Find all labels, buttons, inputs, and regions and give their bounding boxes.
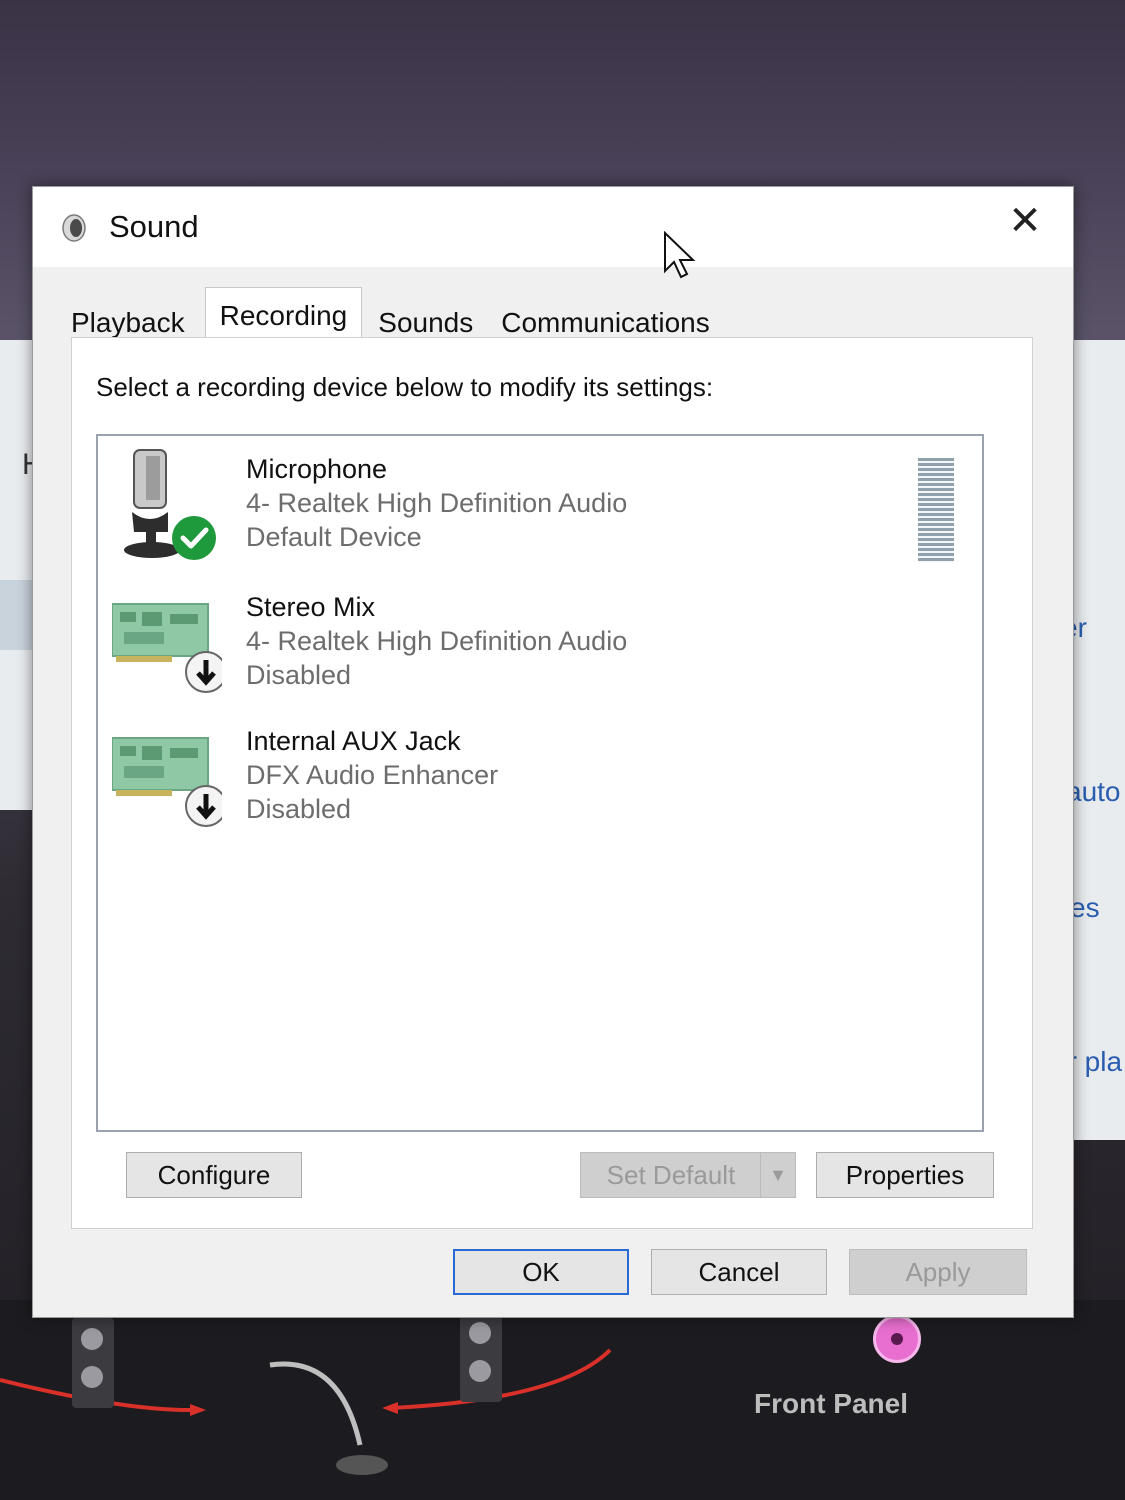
device-driver: 4- Realtek High Definition Audio xyxy=(246,488,628,518)
device-list-item[interactable]: Internal AUX Jack DFX Audio Enhancer Dis… xyxy=(98,718,958,838)
default-check-icon xyxy=(172,516,216,560)
recording-device-list[interactable]: Microphone 4- Realtek High Definition Au… xyxy=(96,434,984,1132)
microphone-stand-icon xyxy=(269,1361,388,1475)
instruction-text: Select a recording device below to modif… xyxy=(96,372,714,402)
mouse-cursor-icon xyxy=(664,231,696,279)
device-name: Microphone xyxy=(246,454,388,484)
device-name: Stereo Mix xyxy=(246,592,376,622)
sound-dialog: Sound ✕ Playback Recording Sounds Commun… xyxy=(32,186,1074,1318)
front-panel-label: Front Panel xyxy=(754,1388,909,1419)
window-title: Sound xyxy=(109,209,199,244)
device-driver: 4- Realtek High Definition Audio xyxy=(246,626,628,656)
ok-button[interactable]: OK xyxy=(453,1249,629,1295)
apply-button[interactable]: Apply xyxy=(849,1249,1027,1295)
device-list-item[interactable]: Microphone 4- Realtek High Definition Au… xyxy=(98,446,958,566)
properties-button[interactable]: Properties xyxy=(816,1152,994,1198)
cancel-button[interactable]: Cancel xyxy=(651,1249,827,1295)
sound-card-icon xyxy=(112,737,222,827)
device-status: Disabled xyxy=(246,794,352,824)
title-bar[interactable]: Sound ✕ xyxy=(33,187,1073,279)
speaker-icon xyxy=(62,214,86,242)
set-default-label: Set Default xyxy=(606,1159,736,1190)
background-link-fragment[interactable]: auto xyxy=(1066,776,1121,808)
microphone-icon xyxy=(124,449,216,560)
device-list-item[interactable]: Stereo Mix 4- Realtek High Definition Au… xyxy=(98,584,958,704)
audio-level-meter xyxy=(918,458,954,562)
device-status: Disabled xyxy=(246,660,352,690)
device-name: Internal AUX Jack xyxy=(246,726,461,756)
speaker-icon xyxy=(460,1312,502,1402)
device-driver: DFX Audio Enhancer xyxy=(246,760,499,790)
set-default-button[interactable]: Set Default ▼ xyxy=(580,1152,796,1198)
speaker-icon xyxy=(72,1318,114,1408)
pink-audio-jack-icon[interactable] xyxy=(873,1315,921,1363)
tab-strip: Playback Recording Sounds Communications xyxy=(63,287,730,350)
chevron-down-icon[interactable]: ▼ xyxy=(760,1153,795,1197)
recording-tab-panel: Select a recording device below to modif… xyxy=(71,337,1033,1229)
close-icon: ✕ xyxy=(1008,199,1042,243)
configure-button[interactable]: Configure xyxy=(126,1152,302,1198)
sound-card-icon xyxy=(112,603,222,693)
device-status: Default Device xyxy=(246,522,422,552)
close-button[interactable]: ✕ xyxy=(997,195,1053,247)
